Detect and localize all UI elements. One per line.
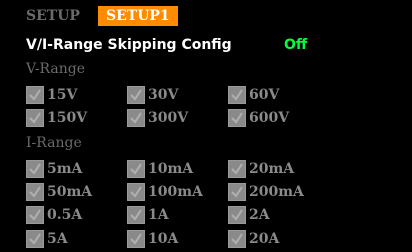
checkbox-i-range-7[interactable]: 1A (127, 204, 169, 225)
checkbox-i-range-1[interactable]: 10mA (127, 158, 193, 179)
check-icon (127, 205, 145, 224)
checkbox-label: 600V (249, 109, 290, 126)
skipping-config-value[interactable]: Off (284, 35, 307, 55)
checkbox-label: 2A (249, 206, 270, 223)
check-icon (26, 85, 44, 104)
checkbox-label: 100mA (148, 183, 203, 200)
checkbox-v-range-5[interactable]: 600V (228, 107, 289, 128)
checkbox-v-range-3[interactable]: 150V (26, 107, 87, 128)
checkbox-label: 150V (47, 109, 88, 126)
checkbox-i-range-9[interactable]: 5A (26, 228, 68, 249)
checkbox-label: 5A (47, 230, 68, 247)
checkbox-label: 1A (148, 206, 169, 223)
checkbox-i-range-6[interactable]: 0.5A (26, 204, 82, 225)
check-icon (228, 85, 246, 104)
check-icon (228, 159, 246, 178)
check-icon (26, 205, 44, 224)
checkbox-i-range-2[interactable]: 20mA (228, 158, 294, 179)
checkbox-label: 50mA (47, 183, 93, 200)
checkbox-i-range-5[interactable]: 200mA (228, 181, 304, 202)
check-icon (228, 182, 246, 201)
check-icon (228, 108, 246, 127)
check-icon (26, 108, 44, 127)
i-range-title: I-Range (26, 135, 82, 151)
checkbox-i-range-0[interactable]: 5mA (26, 158, 82, 179)
checkbox-i-range-10[interactable]: 10A (127, 228, 178, 249)
checkbox-i-range-8[interactable]: 2A (228, 204, 270, 225)
check-icon (26, 229, 44, 248)
checkbox-label: 10A (148, 230, 179, 247)
tab-bar: SETUP SETUP1 (0, 0, 412, 26)
check-icon (228, 205, 246, 224)
checkbox-v-range-2[interactable]: 60V (228, 84, 279, 105)
checkbox-label: 60V (249, 86, 280, 103)
checkbox-label: 200mA (249, 183, 304, 200)
v-range-title: V-Range (26, 61, 86, 77)
checkbox-i-range-3[interactable]: 50mA (26, 181, 92, 202)
skipping-config-label: V/I-Range Skipping Config (26, 37, 232, 53)
check-icon (127, 229, 145, 248)
checkbox-label: 300V (148, 109, 189, 126)
checkbox-label: 10mA (148, 160, 194, 177)
checkbox-v-range-0[interactable]: 15V (26, 84, 77, 105)
checkbox-v-range-4[interactable]: 300V (127, 107, 188, 128)
check-icon (127, 108, 145, 127)
check-icon (26, 159, 44, 178)
checkbox-label: 20mA (249, 160, 295, 177)
check-icon (127, 85, 145, 104)
check-icon (26, 182, 44, 201)
checkbox-i-range-11[interactable]: 20A (228, 228, 279, 249)
checkbox-label: 20A (249, 230, 280, 247)
checkbox-label: 5mA (47, 160, 83, 177)
checkbox-v-range-1[interactable]: 30V (127, 84, 178, 105)
check-icon (127, 159, 145, 178)
checkbox-label: 15V (47, 86, 78, 103)
tab-setup1[interactable]: SETUP1 (98, 6, 178, 26)
checkbox-label: 0.5A (47, 206, 83, 223)
tab-setup[interactable]: SETUP (26, 6, 80, 26)
check-icon (228, 229, 246, 248)
check-icon (127, 182, 145, 201)
checkbox-label: 30V (148, 86, 179, 103)
checkbox-i-range-4[interactable]: 100mA (127, 181, 203, 202)
